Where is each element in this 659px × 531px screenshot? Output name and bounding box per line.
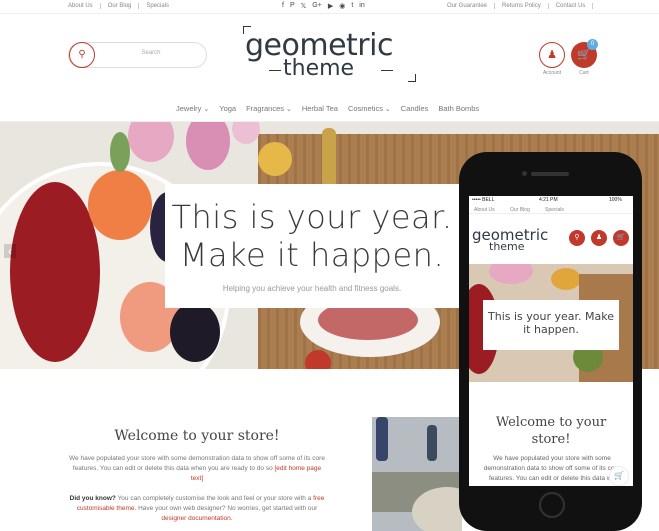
phone-cart-fab-icon[interactable]: 🛒 xyxy=(609,466,629,486)
phone-time: 4:21 PM xyxy=(539,197,558,203)
hero-subtitle: Helping you achieve your health and fitn… xyxy=(222,284,402,293)
hero-headline-line2: Make it happen. xyxy=(179,236,445,274)
hero-lemon xyxy=(258,142,292,176)
top-link-about[interactable]: About Us xyxy=(68,3,101,9)
phone-camera xyxy=(522,171,527,176)
logo-text-line2: theme xyxy=(283,56,355,81)
nav-item-candles[interactable]: Candles xyxy=(401,104,429,113)
twitter-icon[interactable]: 𝕏 xyxy=(301,2,307,10)
welcome-section: Welcome to your store! We have populated… xyxy=(68,428,326,524)
lifestyle-image xyxy=(372,417,462,531)
phone-hero-line2: it happen. xyxy=(523,323,579,336)
top-links: About Us Our Blog Specials xyxy=(68,3,176,9)
did-you-know-label: Did you know? xyxy=(69,495,116,502)
phone-link-blog[interactable]: Our Blog xyxy=(510,207,530,213)
welcome-paragraph-2: Did you know? You can completely customi… xyxy=(68,494,326,524)
google-plus-icon[interactable]: G+ xyxy=(312,2,322,10)
hero-text-box: This is your year. Make it happen. Helpi… xyxy=(165,184,459,308)
nav-item-bath-bombs[interactable]: Bath Bombs xyxy=(438,104,479,113)
phone-status-bar: ••••• BELL 4:21 PM 100% xyxy=(469,196,633,204)
top-link-blog[interactable]: Our Blog xyxy=(101,3,140,9)
search-input[interactable]: Search xyxy=(103,50,199,56)
site-logo[interactable]: geometric theme xyxy=(243,26,416,82)
phone-link-about[interactable]: About Us xyxy=(474,207,495,213)
hero-tomato xyxy=(305,350,331,369)
hero-cherries xyxy=(10,182,100,362)
phone-top-links: About Us Our Blog Specials xyxy=(469,205,633,214)
top-link-guarantee[interactable]: Our Guarantee xyxy=(447,3,496,9)
nav-item-jewelry[interactable]: Jewelry xyxy=(176,104,209,113)
phone-home-button xyxy=(539,492,565,518)
welcome-p2-text-c: . xyxy=(230,515,233,522)
hero-honey-jar xyxy=(322,128,336,188)
phone-logo-line2[interactable]: theme xyxy=(489,240,525,253)
logo-corner-bottom-right xyxy=(408,74,416,82)
phone-hero-jar xyxy=(551,268,581,290)
hero-headline: This is your year. Make it happen. xyxy=(165,198,459,274)
hero-flower-2 xyxy=(186,122,230,170)
top-link-specials[interactable]: Specials xyxy=(139,3,176,9)
welcome-p2-text-b: . Have your own web designer? No worries… xyxy=(134,505,318,512)
hero-headline-line1: This is your year. xyxy=(171,198,453,236)
phone-mockup: ••••• BELL 4:21 PM 100% About Us Our Blo… xyxy=(459,152,642,531)
search-box[interactable]: ⚲ Search xyxy=(68,42,207,68)
nav-item-yoga[interactable]: Yoga xyxy=(219,104,236,113)
lifestyle-person-1 xyxy=(376,417,388,461)
phone-welcome-text: We have populated your store with some d… xyxy=(483,455,621,482)
social-icons: f P 𝕏 G+ ▶ ◉ t in xyxy=(282,2,365,10)
phone-screen: ••••• BELL 4:21 PM 100% About Us Our Blo… xyxy=(469,196,633,486)
linkedin-icon[interactable]: in xyxy=(359,2,364,10)
hero-blackberries xyxy=(170,302,220,362)
top-right-links: Our Guarantee Returns Policy Contact Us xyxy=(447,3,594,9)
logo-dash-right xyxy=(381,70,393,71)
phone-speaker xyxy=(531,172,569,176)
welcome-title: Welcome to your store! xyxy=(114,428,280,444)
lifestyle-person-2 xyxy=(427,425,437,461)
nav-item-herbal-tea[interactable]: Herbal Tea xyxy=(302,104,338,113)
phone-welcome-line2: store! xyxy=(531,432,571,447)
phone-hero-line1: This is your year. Make xyxy=(488,310,614,323)
phone-link-specials[interactable]: Specials xyxy=(545,207,564,213)
tumblr-icon[interactable]: t xyxy=(351,2,353,10)
phone-search-icon[interactable]: ⚲ xyxy=(569,230,585,246)
instagram-icon[interactable]: ◉ xyxy=(339,2,345,10)
welcome-p2-text-a: You can completely customise the look an… xyxy=(115,495,314,502)
youtube-icon[interactable]: ▶ xyxy=(328,2,333,10)
search-icon[interactable]: ⚲ xyxy=(69,42,95,68)
facebook-icon[interactable]: f xyxy=(282,2,284,10)
designer-docs-link[interactable]: designer documentation xyxy=(161,515,230,522)
nav-item-cosmetics[interactable]: Cosmetics xyxy=(348,104,391,113)
logo-dash-left xyxy=(269,70,281,71)
hero-leaf xyxy=(110,132,130,172)
welcome-paragraph-1: We have populated your store with some d… xyxy=(68,454,326,484)
hero-grapefruit xyxy=(88,170,152,240)
cart-count-badge: 0 xyxy=(587,39,598,50)
phone-hero-text-box: This is your year. Make it happen. xyxy=(483,300,619,350)
top-bar: About Us Our Blog Specials f P 𝕏 G+ ▶ ◉ … xyxy=(0,0,659,14)
phone-battery: 100% xyxy=(609,197,622,203)
account-label: Account xyxy=(542,70,562,76)
hero-flower-1 xyxy=(128,122,174,162)
account-icon[interactable]: ♟ xyxy=(539,42,565,68)
main-nav: Jewelry Yoga Fragrances Herbal Tea Cosme… xyxy=(176,104,479,113)
cart-label: Cart xyxy=(579,70,589,76)
phone-cart-icon[interactable]: 🛒 xyxy=(613,230,629,246)
phone-hero-flowers xyxy=(489,264,533,284)
pinterest-icon[interactable]: P xyxy=(290,2,295,10)
nav-item-fragrances[interactable]: Fragrances xyxy=(246,104,292,113)
phone-account-icon[interactable]: ♟ xyxy=(591,230,607,246)
phone-hero-headline: This is your year. Make it happen. xyxy=(483,310,619,336)
hero-flower-3 xyxy=(232,122,260,144)
top-link-contact[interactable]: Contact Us xyxy=(549,3,594,9)
slider-prev-arrow[interactable]: ‹ xyxy=(4,244,16,258)
phone-carrier: ••••• BELL xyxy=(472,197,495,203)
phone-welcome-line1: Welcome to your xyxy=(495,415,607,430)
phone-welcome-title: Welcome to your store! xyxy=(469,414,633,448)
top-link-returns[interactable]: Returns Policy xyxy=(495,3,549,9)
